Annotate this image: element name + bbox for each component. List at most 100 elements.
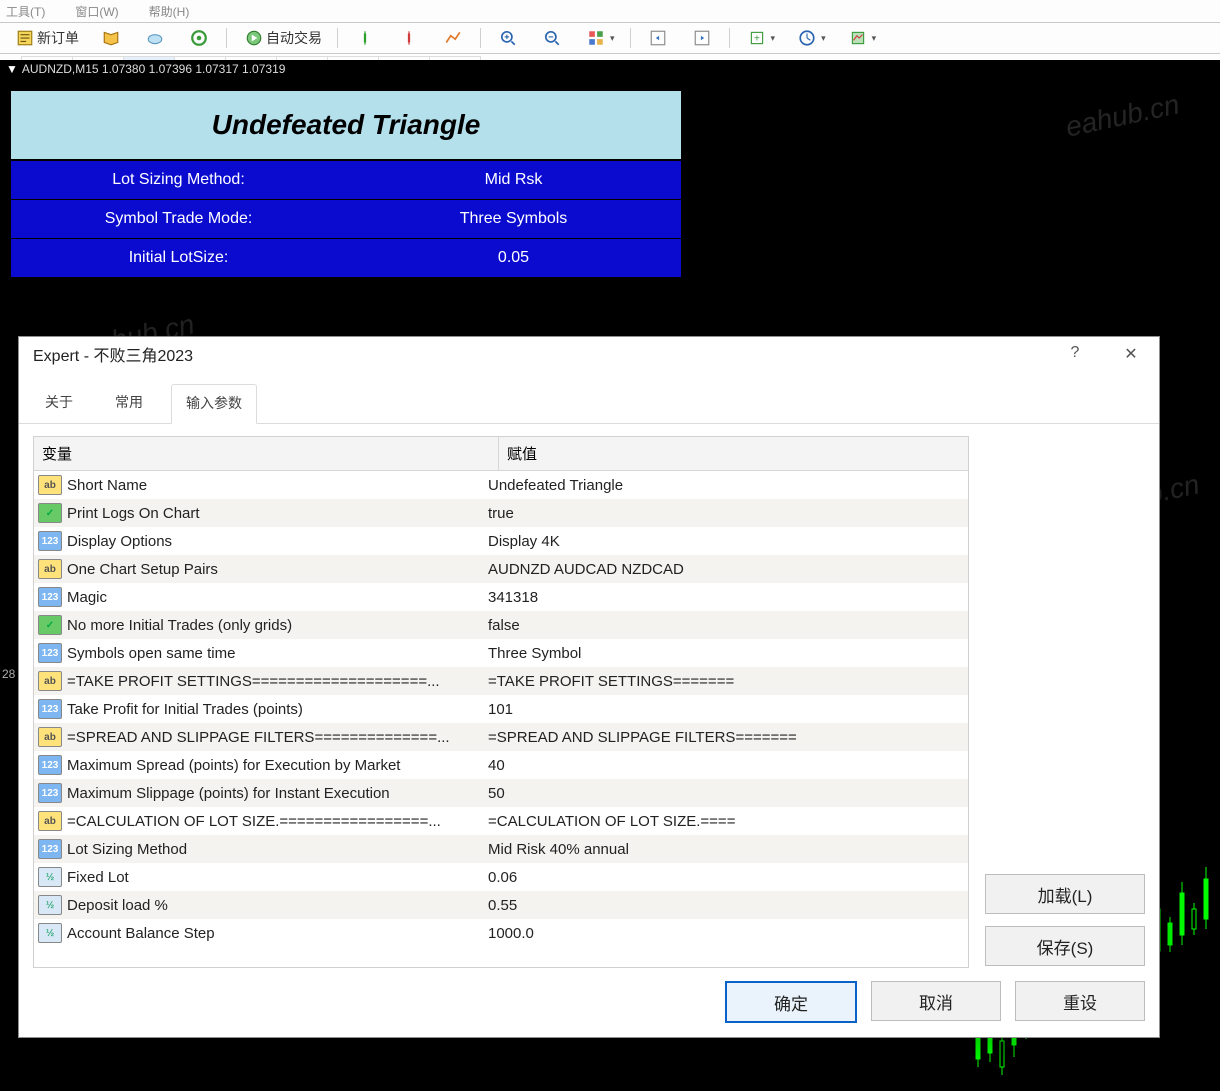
param-name: Short Name xyxy=(67,477,147,494)
chart-title: ▼AUDNZD,M15 1.07380 1.07396 1.07317 1.07… xyxy=(6,62,285,76)
template-icon[interactable]: ▾ xyxy=(839,25,884,51)
type-bool-icon: ✓ xyxy=(38,615,62,635)
zoom-out-icon[interactable] xyxy=(533,25,571,51)
param-value[interactable]: Mid Risk 40% annual xyxy=(482,841,968,858)
type-123-icon: 123 xyxy=(38,587,62,607)
param-value[interactable]: =SPREAD AND SLIPPAGE FILTERS======= xyxy=(482,729,968,746)
param-name: =TAKE PROFIT SETTINGS===================… xyxy=(67,673,440,690)
param-name: Magic xyxy=(67,589,107,606)
param-row[interactable]: ½Fixed Lot0.06 xyxy=(34,863,968,891)
header-value: 赋值 xyxy=(499,437,968,470)
menubar: 工具(T) 窗口(W) 帮助(H) xyxy=(0,0,1220,23)
tab-1[interactable]: 常用 xyxy=(101,384,157,424)
param-value[interactable]: AUDNZD AUDCAD NZDCAD xyxy=(482,561,968,578)
param-value[interactable]: Undefeated Triangle xyxy=(482,477,968,494)
param-value[interactable]: 50 xyxy=(482,785,968,802)
param-name: Deposit load % xyxy=(67,897,168,914)
param-value[interactable]: Three Symbol xyxy=(482,645,968,662)
svg-text:+: + xyxy=(754,33,760,44)
menu-tools[interactable]: 工具(T) xyxy=(6,3,45,20)
param-value[interactable]: 0.55 xyxy=(482,897,968,914)
candle-down-icon[interactable] xyxy=(390,25,428,51)
header-variable: 变量 xyxy=(34,437,499,470)
reset-button[interactable]: 重设 xyxy=(1015,981,1145,1021)
param-row[interactable]: ½Account Balance Step1000.0 xyxy=(34,919,968,947)
main-toolbar: 新订单 自动交易 ▾ +▾ ▾ ▾ xyxy=(0,23,1220,54)
param-table[interactable]: 变量 赋值 ab Short Name Undefeated Triangle ✓ Pr… xyxy=(33,436,969,968)
save-button[interactable]: 保存(S) xyxy=(985,926,1145,966)
candle-up-icon[interactable] xyxy=(346,25,384,51)
zoom-in-icon[interactable] xyxy=(489,25,527,51)
param-name: Print Logs On Chart xyxy=(67,505,200,522)
type-123-icon: 123 xyxy=(38,643,62,663)
param-name: One Chart Setup Pairs xyxy=(67,561,218,578)
param-value[interactable]: 101 xyxy=(482,701,968,718)
param-row[interactable]: 123Lot Sizing MethodMid Risk 40% annual xyxy=(34,835,968,863)
menu-help[interactable]: 帮助(H) xyxy=(149,3,190,20)
new-order-button[interactable]: 新订单 xyxy=(6,25,86,51)
param-value[interactable]: 0.06 xyxy=(482,869,968,886)
type-ab-icon: ab xyxy=(38,727,62,747)
type-ab-icon: ab xyxy=(38,671,62,691)
param-row[interactable]: 123 Take Profit for Initial Trades (point… xyxy=(34,695,968,723)
param-row[interactable]: abOne Chart Setup PairsAUDNZD AUDCAD NZD… xyxy=(34,555,968,583)
param-value[interactable]: =CALCULATION OF LOT SIZE.==== xyxy=(482,813,968,830)
param-name: Lot Sizing Method xyxy=(67,841,187,858)
param-value[interactable]: 1000.0 xyxy=(482,925,968,942)
param-row[interactable]: 123 Magic 341318 xyxy=(34,583,968,611)
axis-date: 28 xyxy=(2,667,15,681)
shift-icon[interactable] xyxy=(639,25,677,51)
type-123-icon: 123 xyxy=(38,699,62,719)
line-chart-icon[interactable] xyxy=(434,25,472,51)
param-row[interactable]: 123Maximum Spread (points) for Execution… xyxy=(34,751,968,779)
cloud-icon[interactable] xyxy=(136,25,174,51)
type-num-icon: ½ xyxy=(38,895,62,915)
type-ab-icon: ab xyxy=(38,475,62,495)
tab-2[interactable]: 输入参数 xyxy=(171,384,257,424)
ea-row-key: Initial LotSize: xyxy=(11,239,346,277)
grid-icon[interactable]: ▾ xyxy=(577,25,622,51)
dialog-titlebar: Expert - 不败三角2023 ? ✕ xyxy=(19,337,1159,371)
type-123-icon: 123 xyxy=(38,531,62,551)
param-name: Take Profit for Initial Trades (points) xyxy=(67,701,303,718)
param-row[interactable]: ✓Print Logs On Charttrue xyxy=(34,499,968,527)
ea-row: Initial LotSize:0.05 xyxy=(11,238,681,277)
type-123-icon: 123 xyxy=(38,783,62,803)
param-row[interactable]: ab=CALCULATION OF LOT SIZE.=============… xyxy=(34,807,968,835)
ea-panel-title: Undefeated Triangle xyxy=(11,91,681,160)
scroll-icon[interactable] xyxy=(683,25,721,51)
type-num-icon: ½ xyxy=(38,923,62,943)
param-value[interactable]: =TAKE PROFIT SETTINGS======= xyxy=(482,673,968,690)
ok-button[interactable]: 确定 xyxy=(725,981,857,1023)
auto-trade-button[interactable]: 自动交易 xyxy=(235,25,329,51)
param-name: Fixed Lot xyxy=(67,869,129,886)
param-value[interactable]: 40 xyxy=(482,757,968,774)
ea-panel: Undefeated Triangle Lot Sizing Method:Mi… xyxy=(10,90,682,278)
tab-0[interactable]: 关于 xyxy=(31,384,87,424)
period-icon[interactable]: ▾ xyxy=(788,25,833,51)
param-row[interactable]: ab=SPREAD AND SLIPPAGE FILTERS==========… xyxy=(34,723,968,751)
ea-row-value: Three Symbols xyxy=(346,200,681,238)
param-row[interactable]: 123Maximum Slippage (points) for Instant… xyxy=(34,779,968,807)
order-icon xyxy=(16,29,34,47)
param-row[interactable]: ½ Deposit load % 0.55 xyxy=(34,891,968,919)
books-icon[interactable] xyxy=(92,25,130,51)
param-row[interactable]: 123Display OptionsDisplay 4K xyxy=(34,527,968,555)
param-value[interactable]: true xyxy=(482,505,968,522)
signal-icon[interactable] xyxy=(180,25,218,51)
param-row[interactable]: ✓No more Initial Trades (only grids)fals… xyxy=(34,611,968,639)
param-value[interactable]: false xyxy=(482,617,968,634)
indicator-icon[interactable]: +▾ xyxy=(738,25,783,51)
cancel-button[interactable]: 取消 xyxy=(871,981,1001,1021)
param-row[interactable]: ab Short Name Undefeated Triangle xyxy=(34,471,968,499)
load-button[interactable]: 加载(L) xyxy=(985,874,1145,914)
param-value[interactable]: 341318 xyxy=(482,589,968,606)
menu-window[interactable]: 窗口(W) xyxy=(75,3,118,20)
new-order-label: 新订单 xyxy=(37,28,79,48)
param-value[interactable]: Display 4K xyxy=(482,533,968,550)
help-icon[interactable]: ? xyxy=(1057,344,1093,364)
ea-row: Symbol Trade Mode:Three Symbols xyxy=(11,199,681,238)
close-icon[interactable]: ✕ xyxy=(1113,344,1149,364)
param-row[interactable]: 123Symbols open same timeThree Symbol xyxy=(34,639,968,667)
param-row[interactable]: ab =TAKE PROFIT SETTINGS=================… xyxy=(34,667,968,695)
